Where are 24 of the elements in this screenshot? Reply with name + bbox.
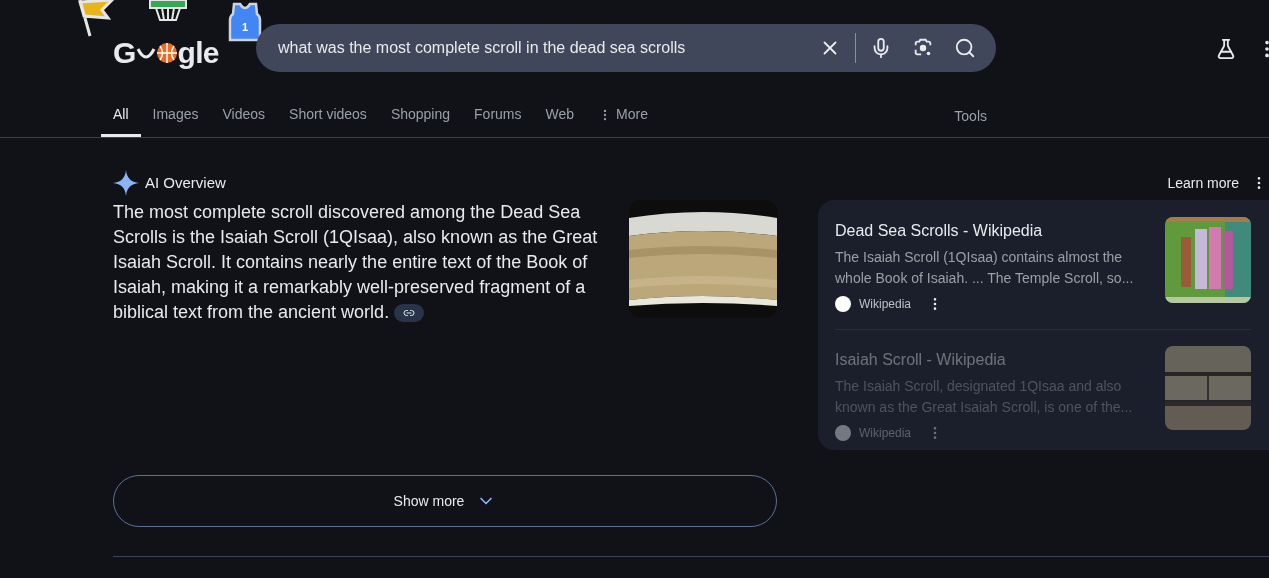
overview-paragraph: The most complete scroll discovered among the Dead Sea Scrolls is the Isaiah Scroll (1QIsaa), also known as the Great Isaiah Scroll. It contains nearly the entire text of the Book of Isaiah, making it a remarkably well-preserved fragment of a biblical text from the ancient world.: [113, 201, 599, 325]
section-title: AI Overview: [145, 172, 226, 193]
search-tab[interactable]: More: [586, 95, 660, 137]
flask-icon[interactable]: [1215, 38, 1237, 60]
search-tab[interactable]: Videos: [210, 95, 278, 137]
basketball-hoop-sticker-icon: [148, 0, 188, 22]
sparkle-icon: [113, 170, 139, 196]
source-snippet: The Isaiah Scroll (1QIsaa) contains almost the whole Book of Isaiah. ... The Temple Scroll, so...: [835, 248, 1135, 288]
search-icon[interactable]: [954, 37, 976, 59]
search-tab[interactable]: Shopping: [378, 95, 463, 137]
learn-more-link[interactable]: Learn more: [1167, 172, 1239, 194]
search-tab[interactable]: Images: [140, 95, 211, 137]
search-tab[interactable]: Short videos: [277, 95, 379, 137]
source-site: Wikipedia: [859, 425, 912, 442]
search-tab[interactable]: Forums: [462, 95, 534, 137]
link-icon[interactable]: [394, 304, 425, 323]
search-field[interactable]: what was the most complete scroll in the dead sea scrolls: [256, 24, 996, 72]
tools-button[interactable]: Tools: [954, 95, 987, 137]
jersey-sticker-icon: 1: [226, 2, 264, 42]
search-tab[interactable]: All: [101, 95, 141, 137]
source-site: Wikipedia: [859, 296, 912, 313]
google-logo[interactable]: G gle: [113, 30, 219, 75]
search-tab[interactable]: Web: [533, 95, 587, 137]
source-title[interactable]: Dead Sea Scrolls - Wikipedia: [835, 219, 1149, 243]
